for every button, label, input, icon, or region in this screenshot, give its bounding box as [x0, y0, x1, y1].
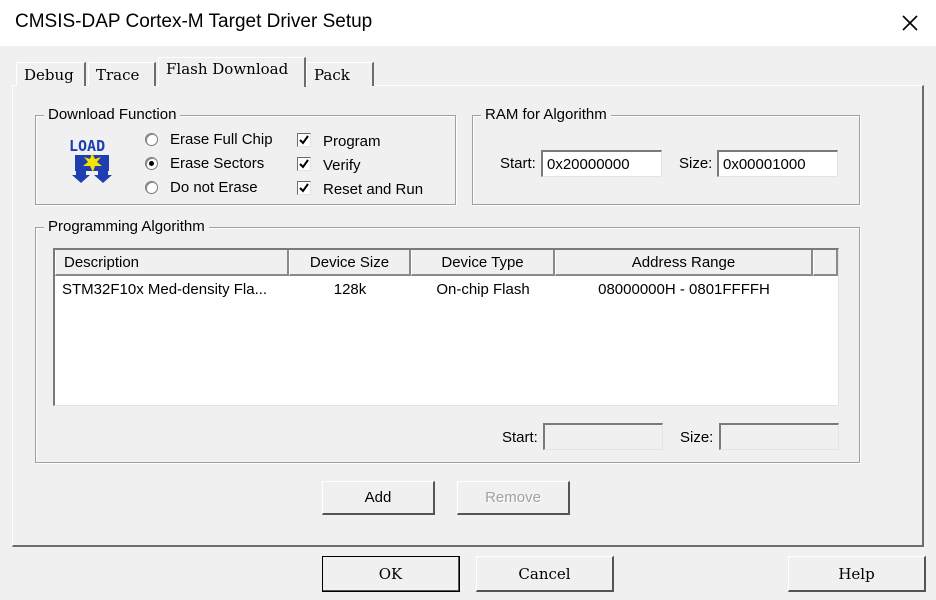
- add-button[interactable]: Add: [322, 481, 435, 515]
- column-header-address-range[interactable]: Address Range: [555, 250, 813, 276]
- tab-trace[interactable]: Trace: [88, 62, 156, 86]
- algo-size-label: Size:: [680, 429, 714, 446]
- tab-pack[interactable]: Pack: [306, 62, 374, 86]
- window-title: CMSIS-DAP Cortex-M Target Driver Setup: [15, 11, 373, 32]
- column-header-device-size[interactable]: Device Size: [289, 250, 411, 276]
- cancel-button[interactable]: Cancel: [476, 556, 614, 592]
- programming-algorithm-legend: Programming Algorithm: [44, 218, 209, 235]
- close-button[interactable]: [890, 4, 930, 42]
- checkmark-icon: [299, 183, 309, 193]
- column-header-description[interactable]: Description: [55, 250, 289, 276]
- algo-size-input[interactable]: [719, 423, 839, 450]
- radio-do-not-erase-label: Do not Erase: [170, 179, 258, 196]
- ram-for-algorithm-legend: RAM for Algorithm: [481, 106, 611, 123]
- tab-label: Pack: [314, 66, 350, 84]
- column-header-label: Device Size: [309, 253, 390, 271]
- checkmark-icon: [299, 159, 309, 169]
- algorithm-list[interactable]: Description Device Size Device Type Addr…: [53, 248, 839, 406]
- checkbox-reset-and-run-label: Reset and Run: [323, 181, 424, 198]
- cell-description: STM32F10x Med-density Fla...: [62, 281, 268, 298]
- cell-device-type: On-chip Flash: [436, 281, 530, 298]
- tab-label: Debug: [24, 66, 74, 84]
- cell-address-range: 08000000H - 0801FFFFH: [598, 281, 770, 298]
- tab-flash-download[interactable]: Flash Download: [158, 57, 306, 87]
- load-icon: LOAD: [68, 135, 118, 185]
- table-row[interactable]: STM32F10x Med-density Fla... 128k On-chi…: [55, 277, 838, 303]
- close-icon: [902, 15, 918, 31]
- svg-text:LOAD: LOAD: [69, 137, 105, 155]
- download-function-legend: Download Function: [44, 106, 181, 123]
- tab-label: Flash Download: [166, 60, 289, 78]
- checkbox-program[interactable]: [297, 133, 311, 147]
- checkbox-verify[interactable]: [297, 157, 311, 171]
- column-header-label: Description: [64, 253, 140, 271]
- checkbox-reset-and-run[interactable]: [297, 181, 311, 195]
- column-header-label: Address Range: [631, 253, 736, 271]
- algo-start-label: Start:: [502, 429, 538, 446]
- algo-start-input[interactable]: [543, 423, 663, 450]
- help-button[interactable]: Help: [788, 556, 926, 592]
- checkbox-verify-label: Verify: [323, 157, 361, 174]
- remove-button[interactable]: Remove: [457, 481, 570, 515]
- ram-start-input[interactable]: [541, 150, 662, 177]
- ok-button[interactable]: OK: [322, 556, 460, 592]
- checkbox-program-label: Program: [323, 133, 381, 150]
- ram-start-label: Start:: [500, 155, 536, 172]
- radio-erase-sectors[interactable]: [145, 157, 158, 170]
- column-header-label: Device Type: [441, 253, 524, 271]
- column-header-filler: [813, 250, 838, 276]
- radio-do-not-erase[interactable]: [145, 181, 158, 194]
- radio-erase-sectors-label: Erase Sectors: [170, 155, 265, 172]
- checkmark-icon: [299, 135, 309, 145]
- radio-erase-full-chip-label: Erase Full Chip: [170, 131, 273, 148]
- tab-debug[interactable]: Debug: [16, 62, 86, 86]
- column-header-device-type[interactable]: Device Type: [411, 250, 555, 276]
- ram-size-input[interactable]: [717, 150, 838, 177]
- tab-label: Trace: [96, 66, 140, 84]
- cell-device-size: 128k: [333, 281, 367, 298]
- ram-size-label: Size:: [679, 155, 713, 172]
- radio-erase-full-chip[interactable]: [145, 133, 158, 146]
